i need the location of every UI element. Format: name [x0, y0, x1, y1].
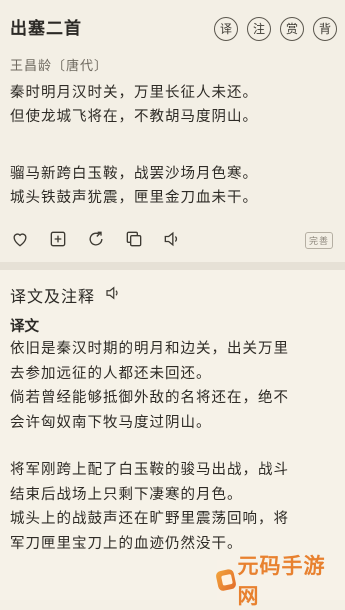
appreciate-button[interactable]: 赏: [280, 17, 304, 41]
poem-line: 但使龙城飞将在，不教胡马度阴山。: [10, 109, 258, 125]
add-icon[interactable]: [48, 229, 68, 249]
poem-card: 出塞二首 译 注 赏 背 王昌龄〔唐代〕 秦时明月汉时关，万里长征人未还。 但使…: [0, 0, 345, 262]
poem-action-row: 译 注 赏 背: [214, 17, 337, 41]
translation-section-title: 译文及注释: [10, 287, 96, 306]
poem-line: 秦时明月汉时关，万里长征人未还。: [10, 85, 258, 101]
speaker-icon[interactable]: [162, 229, 182, 249]
poem-author: 王昌龄〔唐代〕: [10, 59, 109, 74]
poem-line: 骝马新跨白玉鞍，战罢沙场月色寒。: [10, 166, 258, 182]
translation-line: 城头上的战鼓声还在旷野里震荡回响，将: [10, 511, 289, 527]
watermark-text: 元码手游网: [237, 554, 326, 608]
heart-icon[interactable]: [10, 229, 30, 249]
poem-body: 秦时明月汉时关，万里长征人未还。 但使龙城飞将在，不教胡马度阴山。 骝马新跨白玉…: [10, 81, 335, 210]
translate-button[interactable]: 译: [214, 17, 238, 41]
complete-badge[interactable]: 完善: [304, 232, 333, 249]
translation-line: 会许匈奴南下牧马度过阴山。: [10, 414, 212, 431]
site-watermark: 元码手游网: [215, 554, 345, 608]
translation-subtitle: 译文: [10, 318, 39, 335]
translation-line: 倘若曾经能够抵御外敌的名将还在，绝不: [10, 390, 289, 406]
share-icon[interactable]: [86, 229, 106, 249]
section-divider: [0, 262, 345, 270]
poem-toolbar: [10, 229, 182, 249]
translation-line: 结束后战场上只剩下凄寒的月色。: [10, 486, 243, 503]
translation-line: 将军刚跨上配了白玉鞍的骏马出战，战斗: [10, 462, 289, 478]
translation-header: 译文及注释: [10, 283, 122, 307]
recite-button[interactable]: 背: [313, 17, 337, 41]
translation-body: 依旧是秦汉时期的明月和边关，出关万里 去参加远征的人都还未回还。 倘若曾经能够抵…: [10, 337, 335, 556]
copy-icon[interactable]: [124, 229, 144, 249]
annotate-button[interactable]: 注: [247, 17, 271, 41]
speaker-icon[interactable]: [104, 284, 122, 306]
translation-line: 依旧是秦汉时期的明月和边关，出关万里: [10, 341, 289, 357]
translation-line: 去参加远征的人都还未回还。: [10, 365, 212, 382]
watermark-logo-icon: [215, 568, 238, 592]
poem-title: 出塞二首: [10, 19, 82, 39]
poem-line: 城头铁鼓声犹震，匣里金刀血未干。: [10, 190, 258, 206]
